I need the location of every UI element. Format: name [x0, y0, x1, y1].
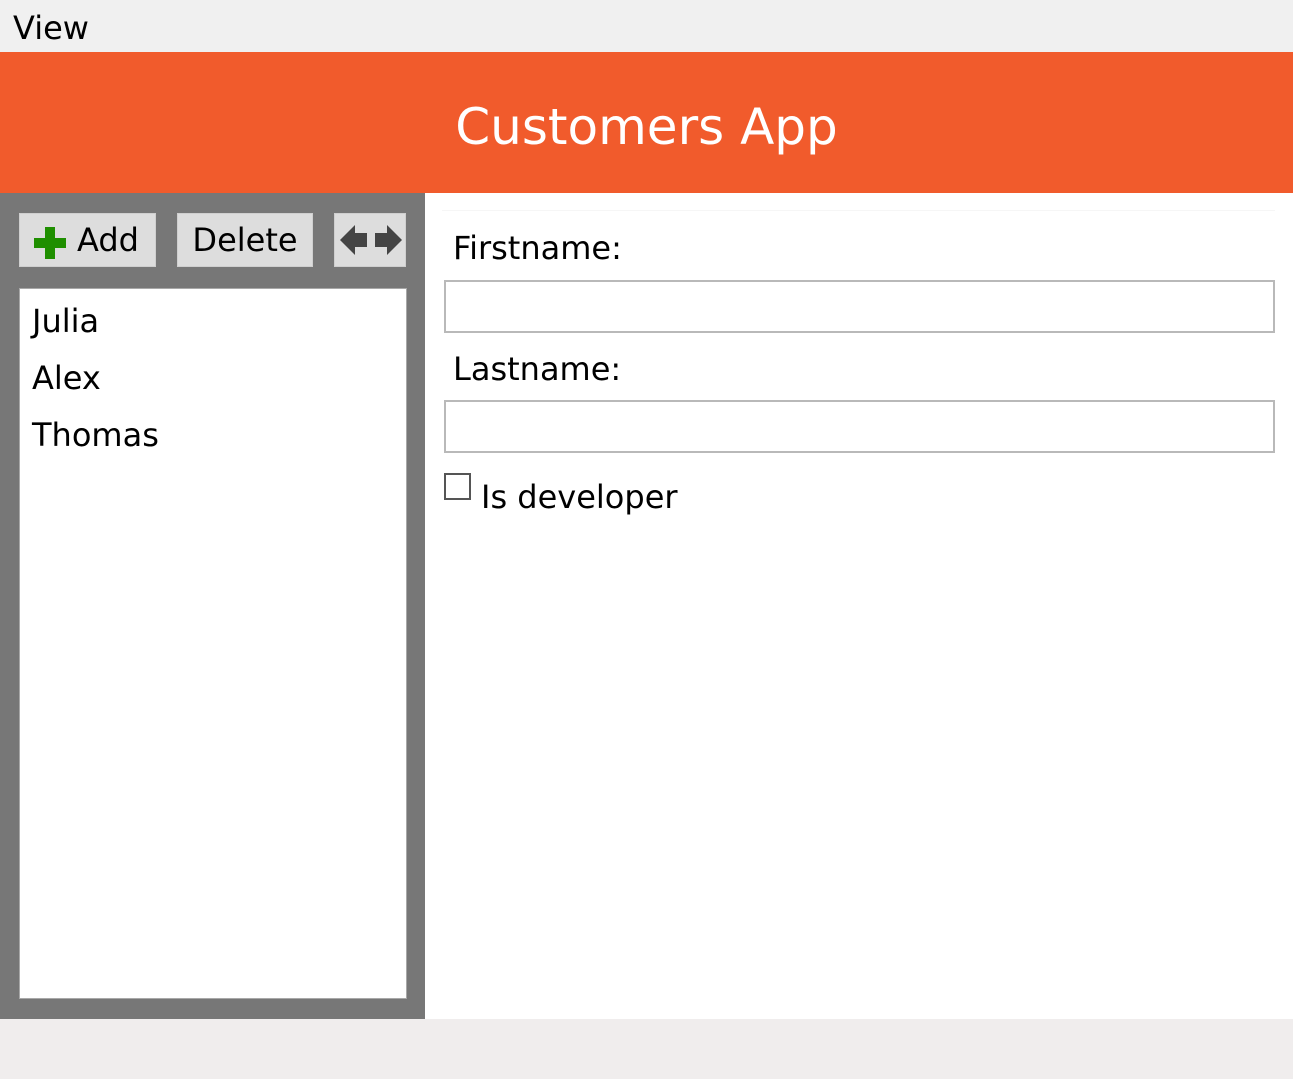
add-button[interactable]: Add — [19, 213, 156, 267]
status-bar — [0, 1019, 1293, 1079]
customer-list-item[interactable]: Alex — [32, 358, 101, 398]
menu-item-view[interactable]: View — [13, 8, 89, 48]
move-navigation-button[interactable] — [334, 213, 406, 267]
detail-divider — [442, 210, 1275, 211]
customer-detail-panel: Firstname: Lastname: Is developer — [425, 193, 1293, 1019]
customer-list-item[interactable]: Thomas — [32, 415, 159, 455]
is-developer-label[interactable]: Is developer — [481, 477, 678, 517]
firstname-input[interactable] — [444, 280, 1275, 333]
add-button-label: Add — [77, 221, 139, 259]
customer-list-item[interactable]: Julia — [32, 301, 99, 341]
menu-bar: View — [0, 0, 1293, 52]
customer-list[interactable]: Julia Alex Thomas — [19, 288, 407, 999]
app-title: Customers App — [455, 98, 838, 156]
is-developer-checkbox[interactable] — [444, 473, 471, 500]
delete-button[interactable]: Delete — [177, 213, 313, 267]
customer-sidebar: Add Delete Julia Alex Thomas — [0, 193, 425, 1019]
app-header: Customers App — [0, 52, 1293, 193]
delete-button-label: Delete — [192, 221, 298, 259]
firstname-label: Firstname: — [453, 229, 622, 267]
lastname-label: Lastname: — [453, 350, 622, 388]
lastname-input[interactable] — [444, 400, 1275, 453]
left-right-arrows-icon — [340, 225, 402, 255]
plus-icon — [34, 227, 66, 259]
